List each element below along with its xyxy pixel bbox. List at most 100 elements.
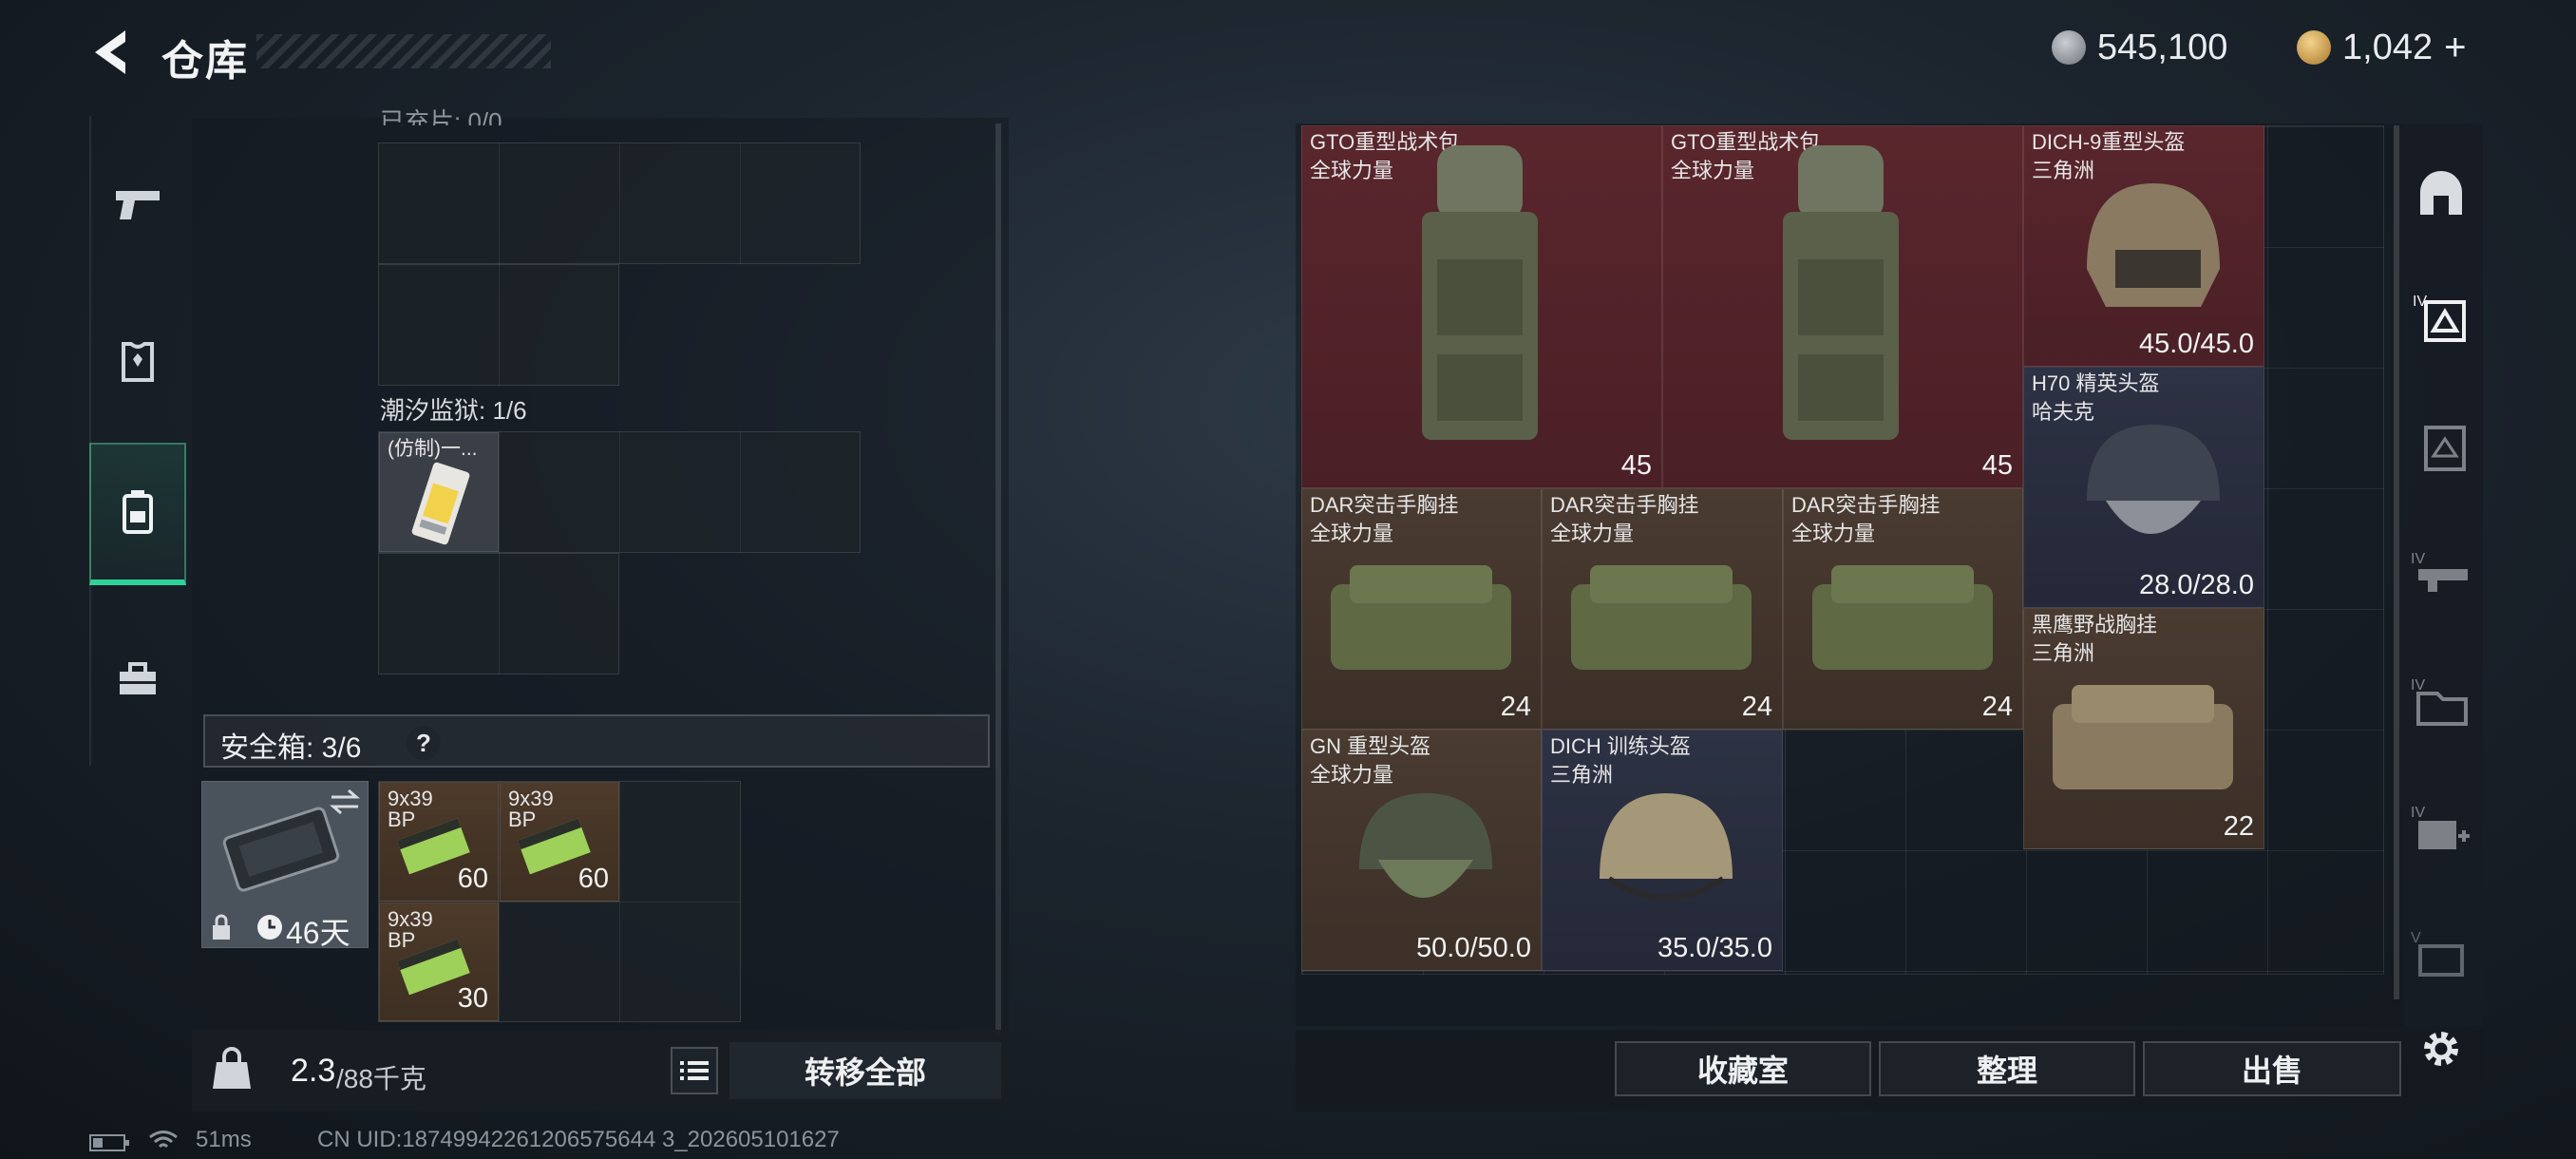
prison-label: 潮汐监狱: 1/6 <box>380 396 527 425</box>
item-value: 24 <box>1981 692 2013 722</box>
back-button[interactable] <box>87 27 139 78</box>
tier-iii-armor-icon <box>2424 426 2466 471</box>
filter-weapon[interactable]: IV <box>2411 542 2472 602</box>
stash-item[interactable]: GN 重型头盔 全球力量 50.0/50.0 <box>1301 730 1542 971</box>
item-name: H70 精英头盔 <box>2032 371 2160 395</box>
item-value: 28.0/28.0 <box>2139 570 2254 600</box>
stash-item[interactable]: DICH-9重型头盔 三角洲 45.0/45.0 <box>2023 125 2264 367</box>
svg-text:IV: IV <box>2411 805 2425 821</box>
tier-iv-add-icon: IV <box>2411 805 2470 849</box>
toolbox-icon <box>120 662 156 694</box>
svg-text:V: V <box>2411 930 2421 946</box>
weight-icon <box>213 1047 251 1089</box>
helmet-item-icon <box>2087 425 2220 534</box>
item-maker: 全球力量 <box>1310 522 1394 545</box>
clock-icon <box>257 915 282 940</box>
filter-helmet[interactable]: IV <box>2411 287 2472 348</box>
tab-toolbox[interactable] <box>89 608 186 750</box>
item-value: 45.0/45.0 <box>2139 329 2254 359</box>
keycard-icon <box>411 462 470 545</box>
item-name: DAR突击手胸挂 <box>1791 493 1941 517</box>
settings-button[interactable] <box>2411 1018 2472 1079</box>
stash-item[interactable]: DAR突击手胸挂 全球力量 24 <box>1542 488 1783 730</box>
item-value: 22 <box>2223 811 2254 842</box>
filter-folder[interactable]: IV <box>2411 671 2472 732</box>
stash-scrollbar[interactable] <box>2394 125 2399 999</box>
sell-button[interactable]: 出售 <box>2143 1041 2401 1096</box>
ammo-count: 60 <box>457 864 488 894</box>
item-value: 24 <box>1500 692 1531 722</box>
weight-current: 2.3 <box>291 1053 336 1089</box>
list-view-button[interactable] <box>671 1047 718 1094</box>
stash-item[interactable]: DAR突击手胸挂 全球力量 24 <box>1783 488 2023 730</box>
safebox-icon <box>222 807 340 892</box>
tab-backpack[interactable] <box>89 443 186 585</box>
item-value: 50.0/50.0 <box>1416 933 1531 963</box>
svg-text:IV: IV <box>2411 677 2425 694</box>
dome-icon <box>2420 171 2462 215</box>
organize-button[interactable]: 整理 <box>1879 1041 2135 1096</box>
safebox-slot[interactable]: 46天 <box>201 781 369 948</box>
ammo-item[interactable]: 9x39 BP 60 <box>379 782 499 902</box>
stash-item[interactable]: H70 精英头盔 哈夫克 28.0/28.0 <box>2023 367 2264 608</box>
list-icon <box>680 1061 709 1080</box>
item-name: 黑鹰野战胸挂 <box>2032 613 2158 636</box>
collection-button[interactable]: 收藏室 <box>1615 1041 1871 1096</box>
ping: 51ms <box>196 1127 252 1152</box>
item-maker: 全球力量 <box>1550 522 1635 545</box>
item-value: 35.0/35.0 <box>1657 933 1772 963</box>
left-scrollbar[interactable] <box>995 124 1001 1036</box>
safebox-timer: 46天 <box>286 916 350 948</box>
page-title: 仓库 <box>161 38 249 85</box>
item-value: 45 <box>1620 450 1652 481</box>
tier-iv-weapon-icon: IV <box>2411 551 2468 592</box>
swap-icon[interactable] <box>328 788 362 816</box>
item-name: DICH 训练头盔 <box>1550 734 1691 758</box>
ammo-item[interactable]: 9x39 BP 60 <box>500 782 619 902</box>
tab-weapons[interactable] <box>89 133 186 276</box>
tier-iv-helmet-icon: IV <box>2413 294 2466 342</box>
currency-a: 545,100 <box>2052 27 2227 68</box>
armor-icon <box>122 342 154 382</box>
gold-coin-icon <box>2297 30 2331 65</box>
tab-armor[interactable] <box>89 291 186 433</box>
backpack-icon <box>123 490 153 534</box>
filter-box[interactable]: V <box>2411 923 2472 984</box>
stash-item[interactable]: 黑鹰野战胸挂 三角洲 22 <box>2023 608 2264 849</box>
transfer-all-button[interactable]: 转移全部 <box>729 1042 1001 1099</box>
filter-add[interactable]: IV <box>2411 798 2472 859</box>
tier-iv-folder-icon: IV <box>2411 677 2468 726</box>
pistol-icon <box>116 191 160 219</box>
stash-item[interactable]: DAR突击手胸挂 全球力量 24 <box>1301 488 1542 730</box>
stash-item[interactable]: GTO重型战术包 全球力量 45 <box>1662 125 2023 488</box>
uid: CN UID:18749942261206575644 3_2026051016… <box>317 1127 840 1152</box>
tier-v-box-icon: V <box>2411 930 2464 977</box>
item-name: DAR突击手胸挂 <box>1550 493 1699 517</box>
prison-item[interactable]: (仿制)一... <box>379 432 499 552</box>
title-decoration <box>256 34 551 68</box>
currency-b-value: 1,042 <box>2342 27 2434 67</box>
chest-rig-icon <box>2053 685 2233 789</box>
coin-icon <box>2052 30 2086 65</box>
battery-icon <box>89 1134 129 1151</box>
chest-rig-icon <box>1331 565 1511 670</box>
item-value: 45 <box>1981 450 2013 481</box>
ammo-count: 30 <box>457 983 488 1014</box>
stash-item[interactable]: DICH 训练头盔 三角洲 35.0/35.0 <box>1542 730 1783 971</box>
helmet-item-icon <box>1600 793 1733 901</box>
chest-rig-icon <box>1571 565 1752 670</box>
item-value: 24 <box>1741 692 1772 722</box>
add-currency-button[interactable]: + <box>2444 27 2466 69</box>
currency-b: 1,042 + <box>2297 27 2466 68</box>
safebox-help-button[interactable]: ? <box>407 726 441 760</box>
item-name: GN 重型头盔 <box>1310 734 1431 758</box>
filter-all[interactable] <box>2411 163 2472 224</box>
stash-item[interactable]: GTO重型战术包 全球力量 45 <box>1301 125 1662 488</box>
item-maker: 全球力量 <box>1671 159 1755 182</box>
ammo-item[interactable]: 9x39 BP 30 <box>379 902 499 1021</box>
lock-icon <box>213 914 230 940</box>
container-label-partial: 已充片: 0/0 <box>380 107 502 125</box>
gear-icon <box>2424 1032 2458 1066</box>
back-arrow-icon <box>95 30 125 74</box>
filter-armor[interactable] <box>2411 416 2472 477</box>
